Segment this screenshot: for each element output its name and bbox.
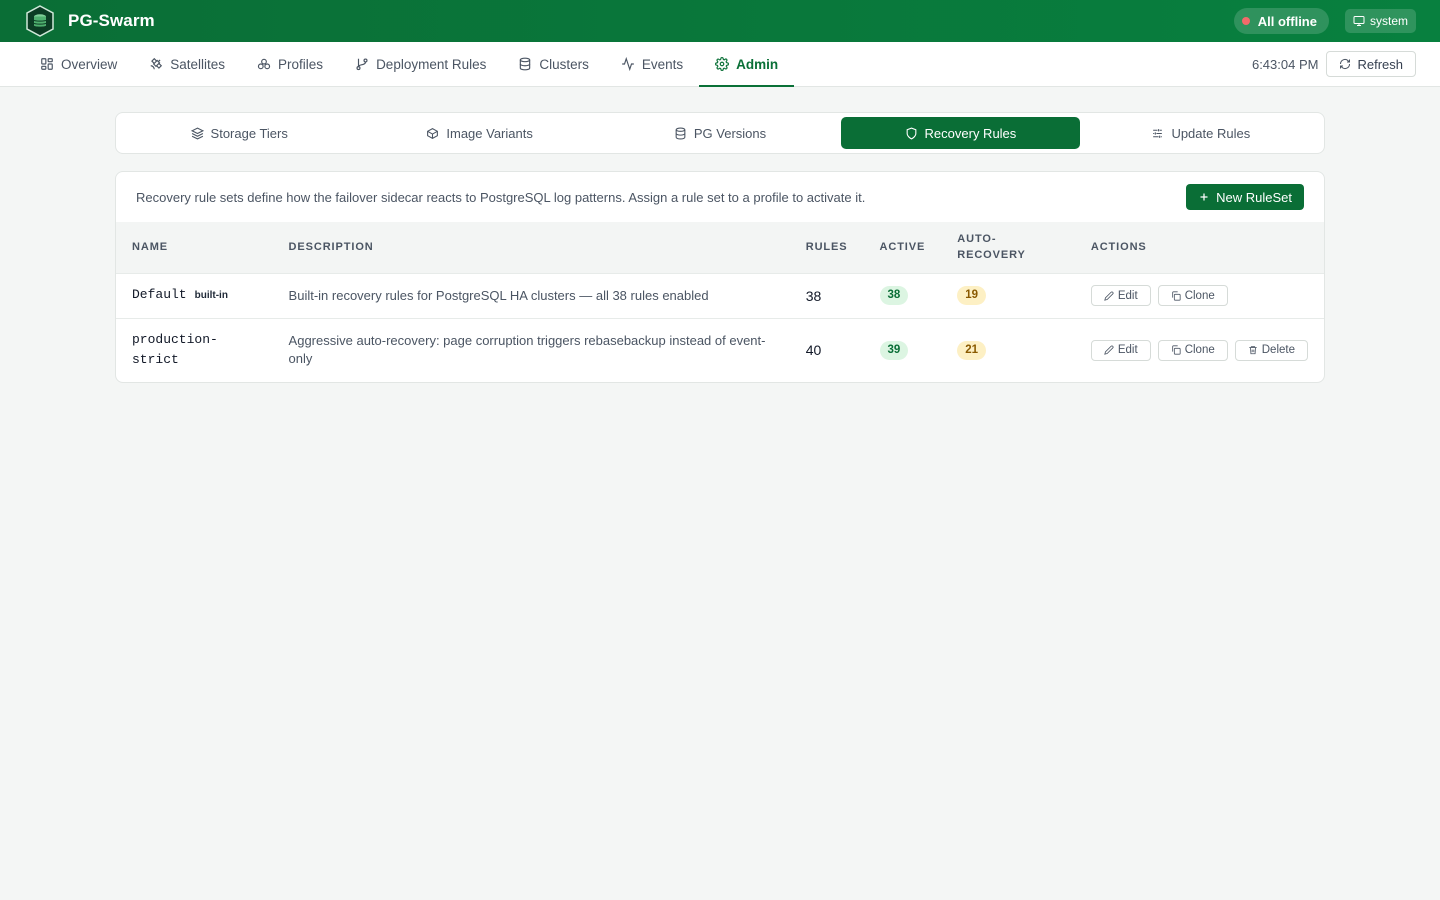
copy-icon [1171,290,1181,301]
layers-icon [190,126,204,140]
database-icon [675,127,686,139]
refresh-button[interactable]: Refresh [1326,51,1416,77]
app-logo-icon [26,5,54,37]
profiles-icon [257,58,271,70]
tab-label: PG Versions [693,125,767,141]
grid-icon [41,58,53,70]
auto-recovery-count-badge: 21 [957,340,987,360]
git-branch-icon [356,58,368,71]
connection-status-badge[interactable]: All offline [1233,8,1329,34]
nav-label: Profiles [278,56,324,72]
trash-icon [1249,346,1257,355]
tab-image-variants[interactable]: Image Variants [360,117,598,149]
plus-icon [1200,193,1208,201]
column-header-description: DESCRIPTION [288,241,374,254]
nav-clusters[interactable]: Clusters [502,42,605,86]
copy-icon [1171,345,1181,355]
sliders-icon [1153,128,1163,138]
satellite-icon [150,57,163,70]
nav-label: Deployment Rules [376,56,487,72]
nav-overview[interactable]: Overview [24,42,133,86]
user-menu-button[interactable]: system [1344,9,1416,33]
new-ruleset-button[interactable]: New RuleSet [1186,184,1304,210]
panel-header: Recovery rule sets define how the failov… [116,172,1324,222]
tab-label: Storage Tiers [210,125,288,141]
app-title: PG-Swarm [68,11,155,30]
refresh-icon [1340,58,1351,70]
user-name: system [1369,14,1408,28]
auto-recovery-count-badge: 19 [957,286,987,305]
column-header-name: NAME [132,241,168,254]
pencil-icon [1104,291,1114,301]
tab-update-rules[interactable]: Update Rules [1082,117,1320,149]
clone-button[interactable]: Clone [1157,285,1228,306]
tab-label: Update Rules [1171,125,1251,141]
recovery-rules-panel: Recovery rule sets define how the failov… [115,171,1325,383]
rulesets-table: NAME DESCRIPTION RULES ACTIVE AUTO- RECOV… [116,222,1324,382]
builtin-badge: built-in [194,290,228,301]
column-header-active: ACTIVE [879,241,926,254]
ruleset-description: Built-in recovery rules for PostgreSQL H… [272,272,790,318]
pencil-icon [1104,345,1114,356]
tab-recovery-rules[interactable]: Recovery Rules [841,117,1080,149]
monitor-icon [1353,16,1365,26]
table-row: Default built-in Built-in recovery rules … [116,272,1324,318]
column-header-actions: ACTIONS [1090,241,1147,254]
active-count-badge: 39 [879,340,909,360]
nav-events[interactable]: Events [605,42,699,86]
refresh-label: Refresh [1357,56,1403,72]
nav-label: Satellites [170,56,226,72]
active-count-badge: 38 [879,286,909,305]
tab-storage-tiers[interactable]: Storage Tiers [120,117,358,149]
shield-icon [906,127,916,140]
main-nav: Overview Satellites Profiles Deployment … [0,42,1440,87]
nav-deployment-rules[interactable]: Deployment Rules [339,42,502,86]
column-header-rules: RULES [805,241,848,254]
new-ruleset-label: New RuleSet [1216,189,1292,205]
edit-button[interactable]: Edit [1090,339,1151,361]
tab-label: Image Variants [446,125,533,141]
connection-status-label: All offline [1257,13,1317,29]
column-header-auto-recovery: AUTO- RECOVERY [957,233,1026,262]
ruleset-rules-count: 38 [789,272,864,318]
table-header-row: NAME DESCRIPTION RULES ACTIVE AUTO- RECOV… [116,222,1324,273]
clone-button[interactable]: Clone [1157,339,1228,361]
ruleset-description: Aggressive auto-recovery: page corruptio… [272,317,790,382]
admin-content: Storage Tiers Image Variants PG Versions… [0,87,1440,383]
top-bar: PG-Swarm All offline system [0,0,1440,42]
activity-icon [622,57,634,71]
current-time: 6:43:04 PM [1251,56,1319,72]
nav-label: Overview [61,56,118,72]
nav-profiles[interactable]: Profiles [241,42,339,86]
delete-button[interactable]: Delete [1234,339,1308,361]
admin-subtabs: Storage Tiers Image Variants PG Versions… [115,112,1325,154]
ruleset-rules-count: 40 [789,317,864,382]
database-icon [520,57,531,71]
tab-label: Recovery Rules [924,125,1017,141]
edit-button[interactable]: Edit [1090,285,1151,306]
nav-label: Events [641,56,684,72]
nav-satellites[interactable]: Satellites [133,42,241,86]
table-row: production-strict Aggressive auto-recove… [116,317,1324,382]
nav-label: Admin [736,56,779,72]
ruleset-name: production-strict [116,317,273,382]
ruleset-name: Default built-in [116,272,273,318]
gear-icon [715,57,730,71]
panel-description: Recovery rule sets define how the failov… [136,189,866,205]
tab-pg-versions[interactable]: PG Versions [601,117,839,149]
status-dot-icon [1241,17,1250,25]
box-icon [427,127,439,139]
nav-admin[interactable]: Admin [699,42,795,87]
nav-label: Clusters [539,56,589,72]
